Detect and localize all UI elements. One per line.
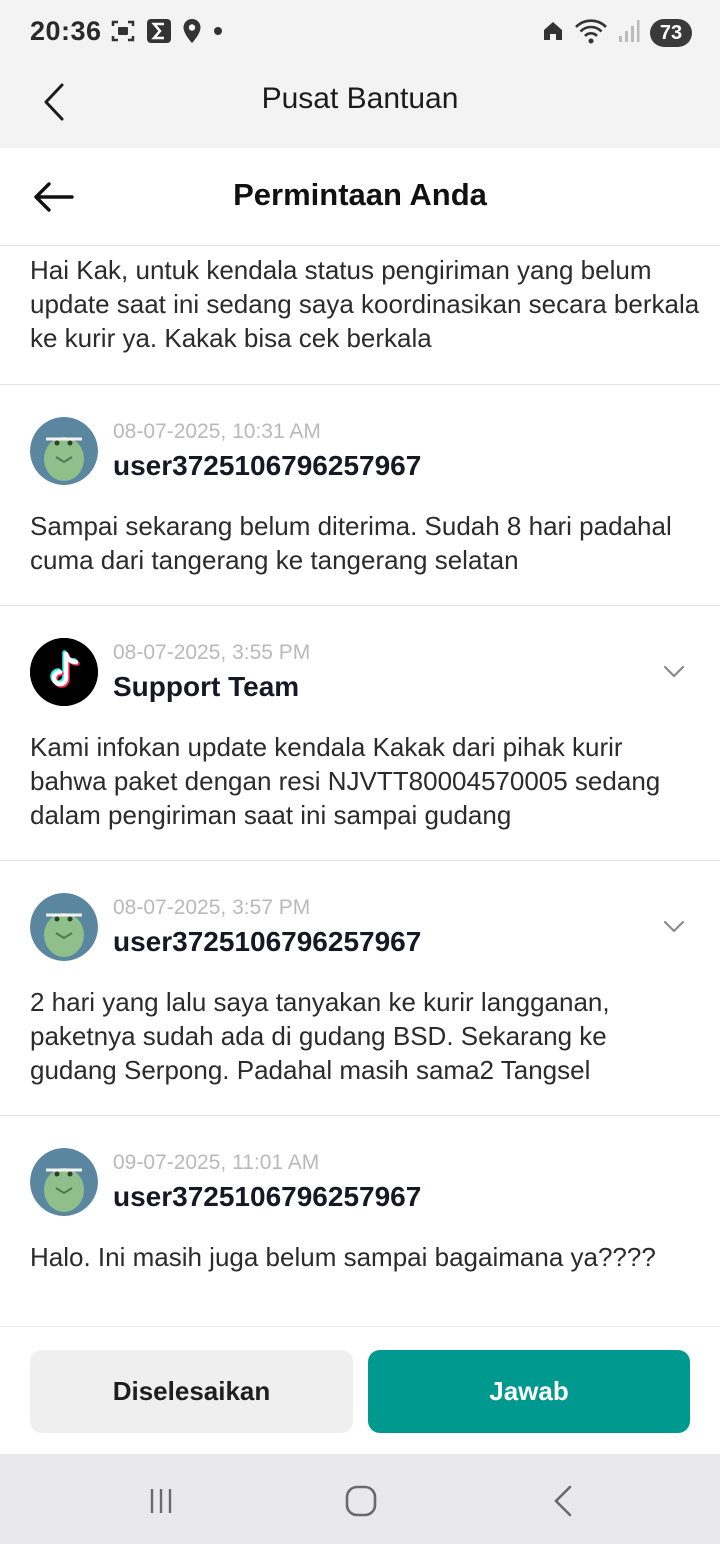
- message-text: Halo. Ini masih juga belum sampai bagaim…: [30, 1242, 656, 1272]
- conversation-list[interactable]: Hai Kak, untuk kendala status pengiriman…: [0, 247, 720, 1326]
- message-item: 09-07-2025, 11:01 AM user372510679625796…: [0, 1116, 720, 1326]
- message-text: 2 hari yang lalu saya tanyakan ke kurir …: [30, 987, 610, 1085]
- recent-apps-icon[interactable]: [139, 1479, 183, 1523]
- status-icons-right: 73: [542, 17, 692, 49]
- location-icon: [182, 18, 202, 49]
- status-time: 20:36: [30, 16, 102, 46]
- message-author: user3725106796257967: [113, 450, 422, 481]
- resolve-button[interactable]: Diselesaikan: [30, 1350, 353, 1433]
- chevron-down-icon: [663, 665, 685, 678]
- tiktok-logo[interactable]: [30, 638, 98, 706]
- message-author: user3725106796257967: [113, 926, 422, 957]
- user-avatar[interactable]: [30, 417, 98, 485]
- signal-icon: [618, 19, 640, 48]
- screenshot-icon: [110, 18, 136, 49]
- sigma-icon: [146, 18, 172, 49]
- message-author: user3725106796257967: [113, 1181, 422, 1212]
- home-icon[interactable]: [339, 1479, 383, 1523]
- status-icons-left: [110, 18, 224, 48]
- home-icon: [542, 20, 564, 47]
- system-nav-bar: [0, 1454, 720, 1544]
- expand-button[interactable]: [658, 656, 690, 688]
- message-timestamp: 09-07-2025, 11:01 AM: [113, 1151, 320, 1174]
- page-title: Permintaan Anda: [233, 177, 487, 212]
- user-avatar[interactable]: [30, 893, 98, 961]
- message-timestamp: 08-07-2025, 3:57 PM: [113, 896, 311, 919]
- message-author: Support Team: [113, 671, 300, 702]
- message-text: Hai Kak, untuk kendala status pengiriman…: [30, 255, 700, 353]
- message-item: Hai Kak, untuk kendala status pengiriman…: [0, 247, 720, 385]
- message-item: 08-07-2025, 3:55 PM Support Team Kami in…: [0, 606, 720, 861]
- chevron-down-icon: [663, 920, 685, 933]
- message-timestamp: 08-07-2025, 3:55 PM: [113, 641, 311, 664]
- message-item: 08-07-2025, 10:31 AM user372510679625796…: [0, 385, 720, 606]
- message-text: Kami infokan update kendala Kakak dari p…: [30, 732, 661, 830]
- status-bar: 20:36 73: [0, 0, 720, 66]
- message-item: 08-07-2025, 3:57 PM user3725106796257967…: [0, 861, 720, 1116]
- wifi-icon: [574, 17, 608, 50]
- message-text: Sampai sekarang belum diterima. Sudah 8 …: [30, 511, 672, 575]
- battery-indicator: 73: [650, 19, 692, 47]
- inner-header: Permintaan Anda: [0, 148, 720, 246]
- back-icon[interactable]: [541, 1479, 585, 1523]
- outer-header: Pusat Bantuan: [0, 66, 720, 148]
- outer-title: Pusat Bantuan: [261, 82, 459, 115]
- expand-button[interactable]: [658, 911, 690, 943]
- user-avatar[interactable]: [30, 1148, 98, 1216]
- message-timestamp: 08-07-2025, 10:31 AM: [113, 420, 321, 443]
- dot-icon: [212, 24, 224, 42]
- reply-button[interactable]: Jawab: [368, 1350, 690, 1433]
- action-bar: Diselesaikan Jawab: [0, 1326, 720, 1454]
